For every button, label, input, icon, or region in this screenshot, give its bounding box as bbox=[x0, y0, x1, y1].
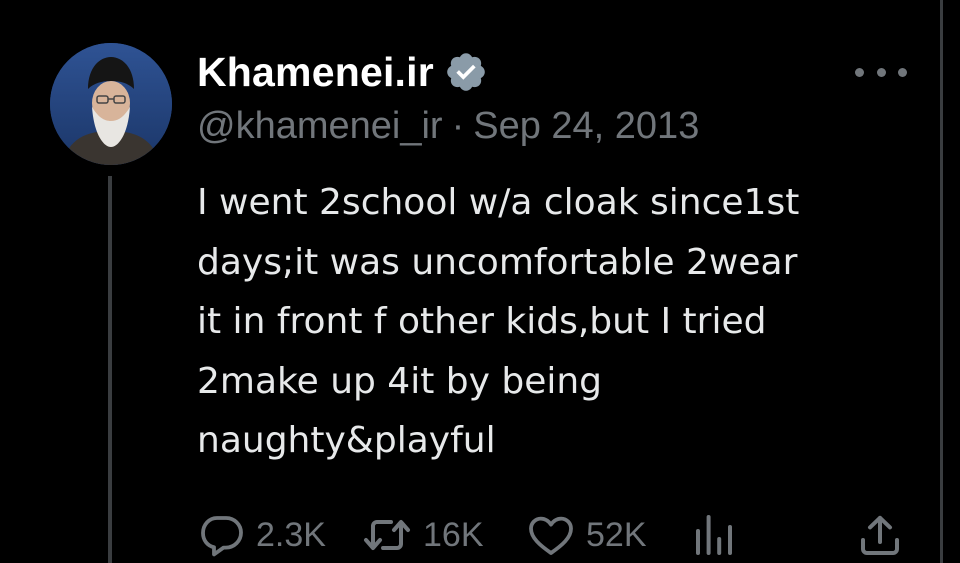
avatar[interactable] bbox=[50, 43, 172, 165]
tweet-text: I went 2school w/a cloak since1st days;i… bbox=[197, 173, 917, 471]
tweet-text-line: naughty&playful bbox=[197, 420, 496, 461]
reply-icon bbox=[201, 516, 243, 557]
tweet-date[interactable]: Sep 24, 2013 bbox=[473, 105, 699, 147]
more-options-dot bbox=[876, 67, 886, 77]
author-name-row: Khamenei.ir bbox=[197, 44, 488, 100]
avatar-image bbox=[50, 43, 172, 165]
tweet-text-line: I went 2school w/a cloak since1st bbox=[197, 182, 800, 223]
meta-separator: · bbox=[451, 105, 465, 147]
share-icon bbox=[861, 515, 899, 555]
heart-icon bbox=[529, 516, 573, 555]
verified-badge-icon[interactable] bbox=[444, 50, 488, 94]
tweet-text-line: days;it was uncomfortable 2wear bbox=[197, 241, 798, 283]
like-count: 52K bbox=[586, 515, 647, 554]
reply-button[interactable]: 2.3K bbox=[198, 513, 326, 557]
more-options-button[interactable] bbox=[855, 57, 907, 87]
more-options-icon bbox=[855, 67, 864, 77]
tweet-text-line: it in front f other kids,but I tried bbox=[197, 301, 767, 342]
tweet-text-line: 2make up 4it by being bbox=[197, 360, 603, 402]
retweet-icon bbox=[364, 520, 410, 550]
retweet-count: 16K bbox=[423, 515, 484, 554]
views-icon bbox=[696, 515, 732, 555]
author-display-name[interactable]: Khamenei.ir bbox=[197, 49, 434, 96]
views-button[interactable] bbox=[692, 513, 736, 557]
like-button[interactable]: 52K bbox=[526, 513, 647, 557]
share-button[interactable] bbox=[857, 513, 903, 557]
author-meta-row: @khamenei_ir · Sep 24, 2013 bbox=[197, 105, 699, 148]
retweet-button[interactable]: 16K bbox=[361, 513, 484, 557]
timeline-column-border bbox=[940, 0, 943, 563]
tweet-action-bar: 2.3K 16K 52K bbox=[0, 505, 960, 563]
reply-count: 2.3K bbox=[256, 515, 326, 554]
more-options-dot bbox=[898, 67, 907, 77]
author-handle[interactable]: @khamenei_ir bbox=[197, 105, 443, 147]
